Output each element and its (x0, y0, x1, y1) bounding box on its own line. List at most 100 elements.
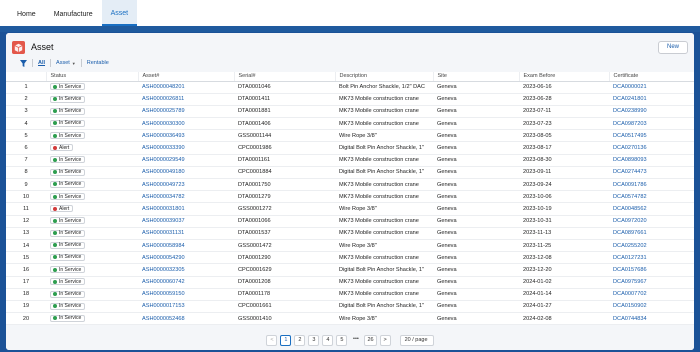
table-row[interactable]: 2 In Service ASH0000026811 DTA0001411 MK73 M… (6, 93, 694, 106)
table-row[interactable]: 14 In Service ASH0000058984 GSS0001472 Wire … (6, 239, 694, 253)
certificate-cell[interactable]: DCA0150902 (609, 300, 694, 314)
page-button-3[interactable]: 3 (308, 335, 320, 346)
asset-number-cell[interactable]: ASH0000060742 (138, 276, 234, 289)
pagination-ellipsis[interactable]: ••• (350, 335, 361, 346)
table-row[interactable]: 5 In Service ASH0000036493 GSS0001144 Wire R… (6, 129, 694, 143)
column-header-serial[interactable]: Serial# (234, 72, 336, 82)
filter-icon[interactable] (20, 59, 27, 67)
certificate-cell[interactable]: DCA0241801 (609, 93, 694, 106)
asset-number-cell[interactable]: ASH0000034782 (138, 190, 234, 204)
asset-number-cell[interactable]: ASH0000049180 (138, 166, 234, 180)
asset-number-cell[interactable]: ASH0000029549 (138, 154, 234, 167)
table-row[interactable]: 15 In Service ASH0000054290 DTA0001290 MK73 … (6, 251, 694, 265)
table-row[interactable]: 19 In Service ASH0000017153 CPC0001661 Digit… (6, 300, 694, 314)
column-header-site[interactable]: Site (433, 72, 520, 82)
asset-number-cell[interactable]: ASH0000033390 (138, 141, 234, 155)
column-header-asset[interactable]: Asset# (138, 72, 235, 82)
view-rentable-link[interactable]: Rentable (87, 60, 109, 66)
exam-before-cell: 2023-07-11 (519, 105, 609, 119)
table-row[interactable]: 6 Alert ASH0000033390 CPC0001986 Digital Bol… (6, 141, 694, 155)
certificate-cell[interactable]: DCA0897661 (609, 227, 694, 240)
table-row[interactable]: 3 In Service ASH0000025789 DTA0001881 MK73 M… (6, 105, 694, 119)
certificate-cell[interactable]: DCA0274473 (609, 166, 694, 180)
asset-number-cell[interactable]: ASH0000031801 (138, 202, 234, 216)
serial-number-cell: GSS0001144 (234, 129, 335, 143)
status-label: Alert (59, 144, 70, 151)
description-cell: MK73 Mobile construction crane (335, 227, 433, 240)
table-row[interactable]: 17 In Service ASH0000060742 DTA0001208 MK73 … (6, 276, 694, 289)
column-header-exam-before[interactable]: Exam Before (519, 72, 610, 82)
certificate-cell[interactable]: DCA0000021 (609, 81, 694, 94)
status-cell: In Service (46, 129, 138, 143)
certificate-cell[interactable]: DCA0127231 (609, 251, 694, 265)
certificate-cell[interactable]: DCA0744834 (609, 312, 694, 326)
table-row[interactable]: 10 In Service ASH0000034782 DTA0001279 MK73 … (6, 190, 694, 204)
certificate-cell[interactable]: DCA0091786 (609, 178, 694, 192)
tab-manufacture[interactable]: Manufacture (45, 0, 102, 26)
table-row[interactable]: 1 In Service ASH0000048201 DTA0001046 Bolt P… (6, 81, 694, 94)
asset-number-cell[interactable]: ASH0000059150 (138, 288, 234, 301)
column-header-description[interactable]: Description (335, 72, 434, 82)
exam-before-cell: 2024-01-14 (519, 288, 609, 301)
row-number-cell: 6 (6, 141, 46, 155)
table-row[interactable]: 4 In Service ASH0000030300 DTA0001406 MK73 M… (6, 117, 694, 131)
page-button-last[interactable]: 26 (364, 335, 377, 346)
certificate-cell[interactable]: DCA0157686 (609, 263, 694, 277)
column-header-status[interactable]: Status (46, 72, 139, 82)
table-row[interactable]: 18 In Service ASH0000059150 DTA0001178 MK73 … (6, 288, 694, 301)
asset-number-cell[interactable]: ASH0000026811 (138, 93, 234, 106)
table-row[interactable]: 13 In Service ASH0000031131 DTA0001537 MK73 … (6, 227, 694, 240)
asset-number-cell[interactable]: ASH0000032305 (138, 263, 234, 277)
status-label: In Service (59, 278, 82, 285)
status-cell: In Service (46, 300, 138, 314)
asset-number-cell[interactable]: ASH0000058984 (138, 239, 234, 253)
status-cell: Alert (46, 141, 138, 155)
asset-number-cell[interactable]: ASH0000031131 (138, 227, 234, 240)
asset-number-cell[interactable]: ASH0000054290 (138, 251, 234, 265)
certificate-cell[interactable]: DCA0975967 (609, 276, 694, 289)
table-row[interactable]: 16 In Service ASH0000032305 CPC0001629 Digit… (6, 263, 694, 277)
certificate-cell[interactable]: DCA0007702 (609, 288, 694, 301)
certificate-cell[interactable]: DCA0972020 (609, 215, 694, 228)
exam-before-cell: 2023-10-06 (519, 190, 609, 204)
chevron-down-icon[interactable]: ▼ (72, 61, 76, 66)
tab-asset[interactable]: Asset (101, 0, 138, 26)
asset-number-cell[interactable]: ASH0000036493 (138, 129, 234, 143)
table-row[interactable]: 20 In Service ASH0000052468 GSS0001410 Wire … (6, 312, 694, 326)
asset-number-cell[interactable]: ASH0000049723 (138, 178, 234, 192)
asset-number-cell[interactable]: ASH0000025789 (138, 105, 234, 119)
page-button-2[interactable]: 2 (294, 335, 306, 346)
certificate-cell[interactable]: DCA0270136 (609, 141, 694, 155)
page-button-4[interactable]: 4 (322, 335, 334, 346)
prev-page-button[interactable]: < (266, 335, 278, 346)
asset-number-cell[interactable]: ASH0000017153 (138, 300, 234, 314)
column-header-certificate[interactable]: Certificate (609, 72, 694, 82)
certificate-cell[interactable]: DCA0574782 (609, 190, 694, 204)
certificate-cell[interactable]: DCA0517495 (609, 129, 694, 143)
certificate-cell[interactable]: DCA0987203 (609, 117, 694, 131)
tab-home[interactable]: Home (8, 0, 45, 26)
new-button[interactable]: New (658, 41, 688, 54)
table-row[interactable]: 12 In Service ASH0000039037 DTA0001066 MK73 … (6, 215, 694, 228)
certificate-cell[interactable]: DCA0238990 (609, 105, 694, 119)
status-dot-icon (53, 304, 57, 309)
asset-number-cell[interactable]: ASH0000052468 (138, 312, 234, 326)
next-page-button[interactable]: > (379, 335, 391, 346)
asset-number-cell[interactable]: ASH0000039037 (138, 215, 234, 228)
certificate-cell[interactable]: DCA0255202 (609, 239, 694, 253)
asset-number-cell[interactable]: ASH0000048201 (138, 81, 234, 94)
table-row[interactable]: 9 In Service ASH0000049723 DTA0001750 MK73 M… (6, 178, 694, 192)
exam-before-cell: 2024-02-08 (519, 312, 609, 326)
view-all-link[interactable]: All (38, 60, 45, 66)
table-row[interactable]: 7 In Service ASH0000029549 DTA0001161 MK73 M… (6, 154, 694, 167)
certificate-cell[interactable]: DCA0048562 (609, 202, 694, 216)
page-button-1[interactable]: 1 (280, 335, 292, 346)
table-row[interactable]: 8 In Service ASH0000049180 CPC0001884 Digita… (6, 166, 694, 180)
certificate-cell[interactable]: DCA0898093 (609, 154, 694, 167)
view-asset-link[interactable]: Asset (56, 60, 70, 66)
table-row[interactable]: 11 Alert ASH0000031801 GSS0001272 Wire Rope … (6, 202, 694, 216)
page-button-5[interactable]: 5 (336, 335, 348, 346)
asset-number-cell[interactable]: ASH0000030300 (138, 117, 234, 131)
site-cell: Geneva (433, 276, 519, 289)
page-size-select[interactable]: 20 / page (399, 335, 434, 346)
